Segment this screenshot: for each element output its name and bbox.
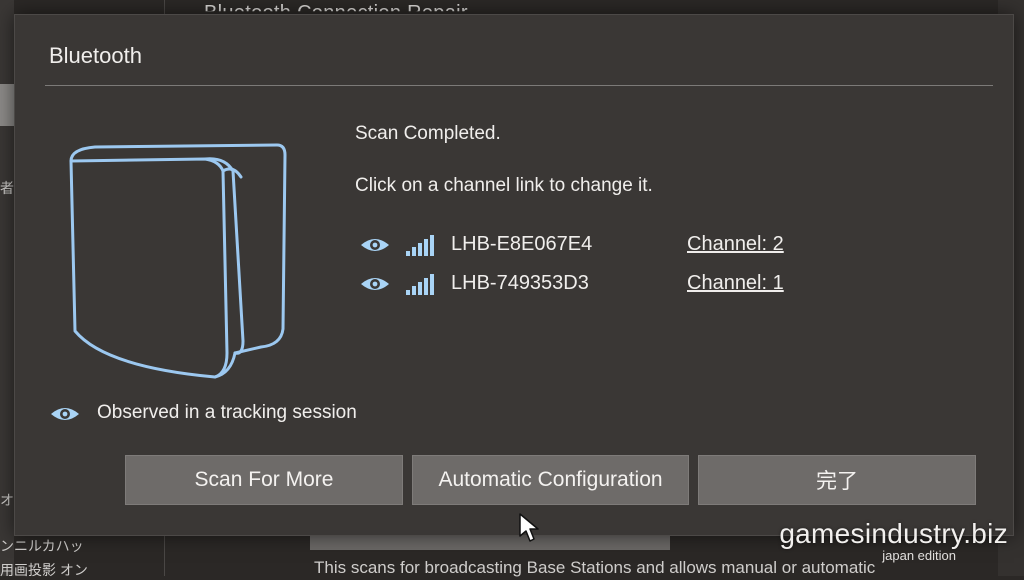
mouse-cursor-icon <box>519 513 539 542</box>
eye-icon <box>361 239 389 251</box>
title-separator <box>45 85 993 86</box>
device-row: LHB-749353D3 Channel: 1 <box>359 270 819 300</box>
instruction-text: Click on a channel link to change it. <box>355 175 653 196</box>
device-row: LHB-E8E067E4 Channel: 2 <box>359 231 819 261</box>
watermark-logo: gamesindustry.biz <box>779 518 1008 549</box>
background-left-text: ンニルカハッ <box>0 538 84 554</box>
background-left-text: オ <box>0 492 14 508</box>
device-name: LHB-749353D3 <box>451 272 589 294</box>
done-button[interactable]: 完了 <box>698 455 976 505</box>
background-left-text: 用画投影 オン <box>0 562 88 578</box>
base-station-illustration <box>69 143 287 379</box>
channel-link[interactable]: Channel: 2 <box>687 233 784 256</box>
signal-strength-icon <box>406 274 434 295</box>
watermark-subtitle: japan edition <box>882 548 956 563</box>
legend: Observed in a tracking session <box>49 400 449 430</box>
legend-label: Observed in a tracking session <box>97 402 357 423</box>
eye-icon <box>361 278 389 290</box>
signal-strength-icon <box>406 235 434 256</box>
channel-link[interactable]: Channel: 1 <box>687 272 784 295</box>
watermark: gamesindustry.biz japan edition <box>779 518 1008 563</box>
background-left-tab <box>0 84 14 126</box>
scan-status: Scan Completed. <box>355 123 501 144</box>
dialog-title: Bluetooth <box>49 43 142 68</box>
background-left-text: 者 <box>0 180 14 196</box>
automatic-configuration-button[interactable]: Automatic Configuration <box>412 455 689 505</box>
bluetooth-dialog: Bluetooth Scan Completed. Click on a cha… <box>14 14 1014 536</box>
scan-for-more-button[interactable]: Scan For More <box>125 455 403 505</box>
device-name: LHB-E8E067E4 <box>451 233 593 255</box>
eye-icon <box>51 408 79 420</box>
